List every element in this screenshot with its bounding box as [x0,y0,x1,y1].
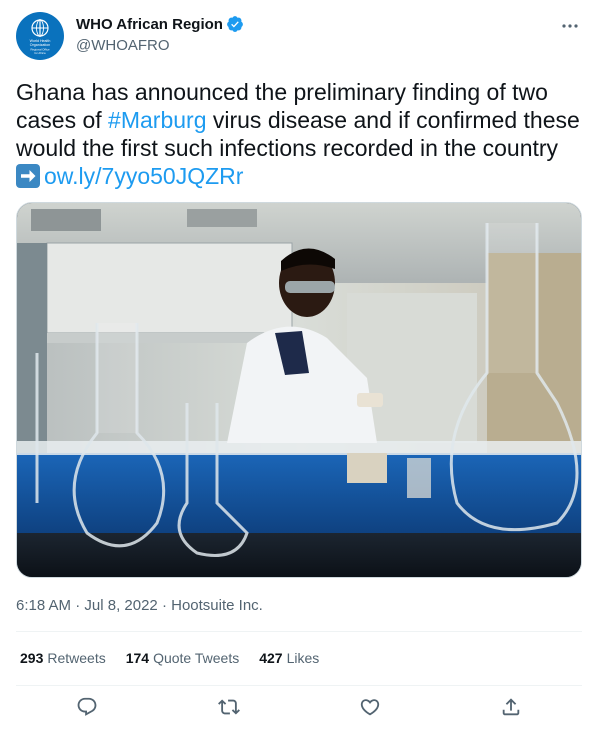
quote-tweets-stat[interactable]: 174 Quote Tweets [126,650,240,666]
likes-stat[interactable]: 427 Likes [259,650,319,666]
reply-icon[interactable] [76,696,100,720]
right-arrow-emoji [16,164,40,188]
tweet-link[interactable]: ow.ly/7yyo50JQZRr [44,163,243,189]
verified-badge-icon [226,15,244,33]
retweet-icon[interactable] [218,696,242,720]
tweet-meta: 6:18 AM · Jul 8, 2022 · Hootsuite Inc. [16,597,263,614]
divider [16,631,582,632]
meta-separator: · [161,597,167,614]
divider [16,685,582,686]
more-icon[interactable] [558,14,582,38]
retweets-count: 293 [20,650,44,666]
tweet-text: Ghana has announced the preliminary find… [16,78,586,190]
share-icon[interactable] [500,696,524,720]
meta-separator: · [75,597,81,614]
author-display-name[interactable]: WHO African Region [76,16,223,33]
avatar[interactable]: World Health Organization Regional Offic… [16,12,64,60]
who-logo-icon: World Health Organization Regional Offic… [30,19,50,55]
hashtag-link[interactable]: #Marburg [108,107,206,133]
likes-label: Likes [286,650,320,666]
author-name-row[interactable]: WHO African Region [76,15,244,33]
quotes-label: Quote Tweets [153,650,240,666]
quotes-count: 174 [125,650,150,666]
tweet-stats: 293 Retweets 174 Quote Tweets 427 Likes [20,650,339,666]
tweet-source[interactable]: Hootsuite Inc. [171,597,263,614]
lab-photo [17,203,581,577]
like-icon[interactable] [359,696,383,720]
tweet-time[interactable]: 6:18 AM [16,597,71,614]
likes-count: 427 [259,650,283,666]
retweets-stat[interactable]: 293 Retweets [20,650,106,666]
retweets-label: Retweets [47,650,106,666]
avatar-text-2: Organization [30,43,50,47]
tweet-date[interactable]: Jul 8, 2022 [84,597,157,614]
avatar-text-4: for Africa [34,51,45,55]
tweet-image[interactable] [16,202,582,578]
author-handle[interactable]: @WHOAFRO [76,37,170,54]
tweet-actions [0,696,598,722]
